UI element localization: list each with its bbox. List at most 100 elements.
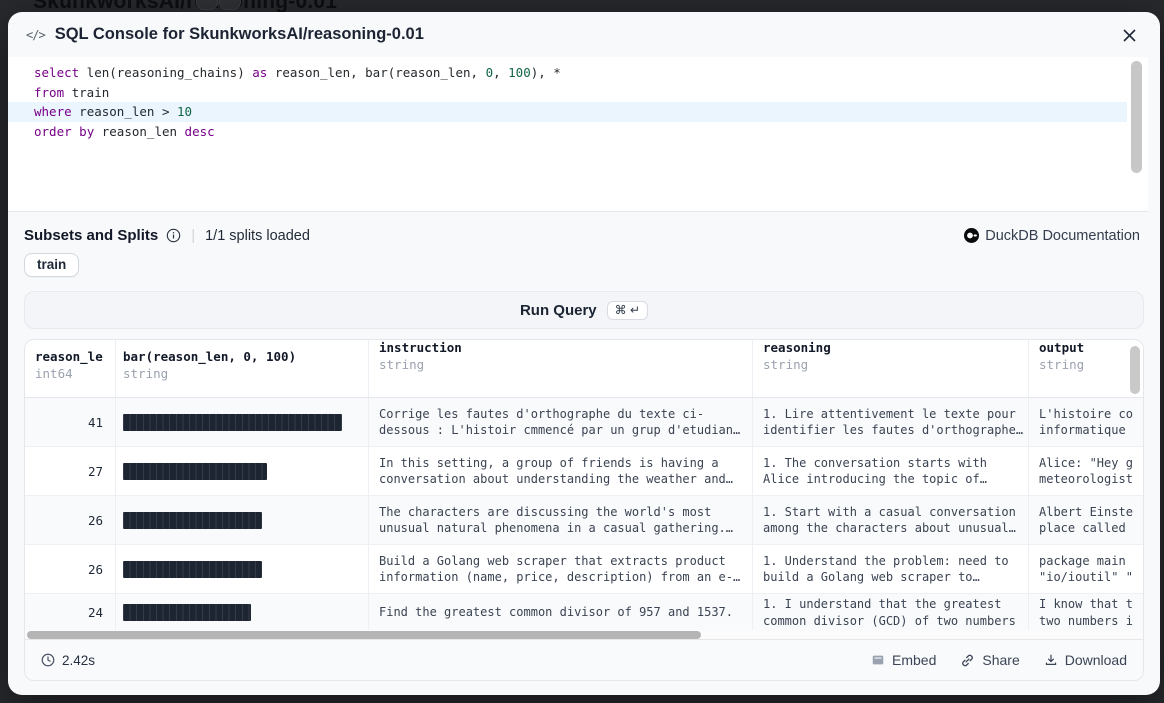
cell-output: Alice: "Hey g meteorologist xyxy=(1029,447,1143,495)
results-footer: 2.42s Embed Share Download xyxy=(25,639,1143,680)
cell-instruction: In this setting, a group of friends is h… xyxy=(369,447,753,495)
bar-chart xyxy=(123,561,262,578)
sql-token: where xyxy=(34,104,72,119)
download-label: Download xyxy=(1065,652,1127,668)
column-header-bar-reason-len-0-100-[interactable]: bar(reason_len, 0, 100)string xyxy=(116,340,369,397)
instruction-text: The characters are discussing the world'… xyxy=(379,504,733,537)
column-header-reasoning[interactable]: reasoningstring xyxy=(753,340,1029,397)
sql-token: 10 xyxy=(177,104,192,119)
sql-token: , xyxy=(493,65,508,80)
sql-token: 100 xyxy=(508,65,531,80)
output-text: Albert Einste place called xyxy=(1039,504,1133,537)
duckdb-documentation-link[interactable]: DuckDB Documentation xyxy=(964,228,1140,244)
sql-editor-line[interactable]: from train xyxy=(8,83,1127,103)
query-duration: 2.42s xyxy=(62,653,95,668)
cell-reason-len: 27 xyxy=(25,447,116,495)
cell-instruction: The characters are discussing the world'… xyxy=(369,496,753,544)
sql-token: order xyxy=(34,124,72,139)
modal-header: </> SQL Console for SkunkworksAI/reasoni… xyxy=(8,12,1160,57)
subsets-splits-label: Subsets and Splits xyxy=(24,227,158,244)
cell-bar xyxy=(116,447,369,495)
cell-instruction: Build a Golang web scraper that extracts… xyxy=(369,545,753,593)
split-chip-train[interactable]: train xyxy=(24,253,79,277)
cell-reason-len: 26 xyxy=(25,496,116,544)
column-name: instruction xyxy=(379,340,742,355)
column-type: string xyxy=(763,357,1018,372)
share-button[interactable]: Share xyxy=(960,652,1019,668)
bar-chart xyxy=(123,604,251,621)
run-query-button[interactable]: Run Query ⌘ ↵ xyxy=(24,291,1144,329)
column-header-output[interactable]: outputstring xyxy=(1029,340,1143,397)
output-text: Alice: "Hey g meteorologist xyxy=(1039,455,1133,488)
reasoning-text: 1. The conversation starts with Alice in… xyxy=(763,455,987,488)
cell-bar xyxy=(116,594,369,631)
column-header-reason-len[interactable]: reason_lenint64 xyxy=(25,340,116,397)
table-row: 26 The characters are discussing the worl… xyxy=(25,496,1143,545)
cell-bar xyxy=(116,545,369,593)
bar-chart xyxy=(123,414,342,431)
instruction-text: Find the greatest common divisor of 957 … xyxy=(379,604,733,621)
cell-instruction: Find the greatest common divisor of 957 … xyxy=(369,594,753,631)
cell-reasoning: 1. I understand that the greatest common… xyxy=(753,594,1029,631)
download-button[interactable]: Download xyxy=(1044,652,1127,668)
sql-console-modal: </> SQL Console for SkunkworksAI/reasoni… xyxy=(8,12,1160,695)
cell-output: package main "io/ioutil" " xyxy=(1029,545,1143,593)
divider: | xyxy=(191,227,195,244)
column-type: string xyxy=(379,357,742,372)
info-icon[interactable] xyxy=(166,228,181,243)
sql-token: len(reasoning_chains) xyxy=(79,65,252,80)
column-header-instruction[interactable]: instruction string xyxy=(369,340,753,397)
sql-token: as xyxy=(252,65,267,80)
embed-icon xyxy=(871,653,885,667)
sql-editor[interactable]: select len(reasoning_chains) as reason_l… xyxy=(8,57,1148,212)
sql-token: train xyxy=(64,85,109,100)
column-name: reason_len xyxy=(35,349,103,364)
duckdb-logo-icon xyxy=(964,228,979,243)
cell-reasoning: 1. Start with a casual conversation amon… xyxy=(753,496,1029,544)
embed-label: Embed xyxy=(892,652,936,668)
sql-token: from xyxy=(34,85,64,100)
bar-chart xyxy=(123,512,262,529)
cell-output: Albert Einste place called xyxy=(1029,496,1143,544)
table-vertical-scrollbar-thumb[interactable] xyxy=(1130,346,1140,394)
cell-reason-len: 24 xyxy=(25,594,116,631)
sql-token: by xyxy=(79,124,94,139)
instruction-text: In this setting, a group of friends is h… xyxy=(379,455,733,488)
code-icon: </> xyxy=(26,28,45,42)
sql-editor-line[interactable]: select len(reasoning_chains) as reason_l… xyxy=(8,63,1127,83)
column-name: bar(reason_len, 0, 100) xyxy=(123,349,358,364)
sql-editor-line[interactable]: order by reason_len desc xyxy=(8,122,1127,142)
output-text: I know that t two numbers i xyxy=(1039,596,1133,629)
results-card: reason_lenint64bar(reason_len, 0, 100)st… xyxy=(24,339,1144,681)
table-row: 41 Corrige les fautes d'orthographe du te… xyxy=(25,398,1143,447)
sql-token: reason_len > xyxy=(72,104,177,119)
clock-icon xyxy=(41,653,55,667)
keyboard-shortcut-badge: ⌘ ↵ xyxy=(607,301,648,320)
sql-editor-active-line[interactable]: where reason_len > 10 xyxy=(8,102,1127,122)
table-row: 26Build a Golang web scraper that extrac… xyxy=(25,545,1143,594)
embed-button[interactable]: Embed xyxy=(871,652,936,668)
cell-output: L'histoire co informatique xyxy=(1029,398,1143,446)
cell-reason-len: 41 xyxy=(25,398,116,446)
cell-reasoning: 1. The conversation starts with Alice in… xyxy=(753,447,1029,495)
cell-reasoning: 1. Understand the problem: need to build… xyxy=(753,545,1029,593)
table-horizontal-scrollbar-thumb[interactable] xyxy=(27,631,701,639)
sql-token: 0 xyxy=(486,65,494,80)
sql-token: ), * xyxy=(531,65,561,80)
bar-chart xyxy=(123,463,267,480)
close-icon[interactable] xyxy=(1118,24,1140,46)
sql-token: reason_len, bar(reason_len, xyxy=(267,65,485,80)
column-type: string xyxy=(1039,357,1133,372)
instruction-text: Corrige les fautes d'orthographe du text… xyxy=(379,406,740,439)
run-query-label: Run Query xyxy=(520,302,597,319)
editor-scrollbar-thumb[interactable] xyxy=(1131,61,1142,173)
table-header-row: reason_lenint64bar(reason_len, 0, 100)st… xyxy=(25,340,1143,398)
download-icon xyxy=(1044,653,1058,667)
reasoning-text: 1. Lire attentivement le texte pour iden… xyxy=(763,406,1023,439)
output-text: package main "io/ioutil" " xyxy=(1039,553,1133,586)
output-text: L'histoire co informatique xyxy=(1039,406,1133,439)
share-icon xyxy=(960,653,975,668)
reasoning-text: 1. Start with a casual conversation amon… xyxy=(763,504,1016,537)
cell-bar xyxy=(116,496,369,544)
sql-token: select xyxy=(34,65,79,80)
